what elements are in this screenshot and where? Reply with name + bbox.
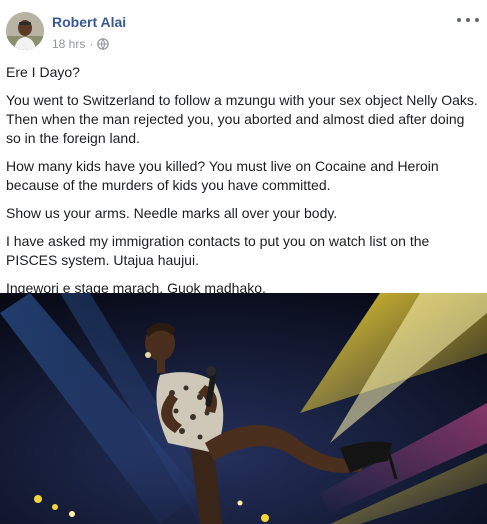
post-paragraph: Ere I Dayo?	[6, 64, 80, 80]
more-horizontal-icon[interactable]	[457, 14, 479, 26]
author-name[interactable]: Robert Alai	[52, 14, 126, 30]
post-photo[interactable]	[0, 293, 487, 524]
avatar[interactable]	[6, 12, 44, 50]
facebook-post: Robert Alai 18 hrs · Ere I Dayo? You wen…	[0, 0, 487, 524]
post-timestamp[interactable]: 18 hrs	[52, 37, 85, 51]
concert-performer-photo	[0, 293, 487, 524]
post-header: Robert Alai 18 hrs ·	[0, 0, 487, 58]
post-text: Ere I Dayo? You went to Switzerland to f…	[6, 63, 480, 307]
post-paragraph: Show us your arms. Needle marks all over…	[6, 205, 338, 221]
meta-separator: ·	[89, 37, 94, 51]
avatar-image	[6, 12, 44, 50]
post-paragraph: You went to Switzerland to follow a mzun…	[6, 92, 478, 146]
globe-icon[interactable]	[97, 38, 110, 50]
post-meta: 18 hrs ·	[52, 37, 110, 51]
post-paragraph: How many kids have you killed? You must …	[6, 158, 439, 193]
post-paragraph: I have asked my immigration contacts to …	[6, 233, 430, 268]
